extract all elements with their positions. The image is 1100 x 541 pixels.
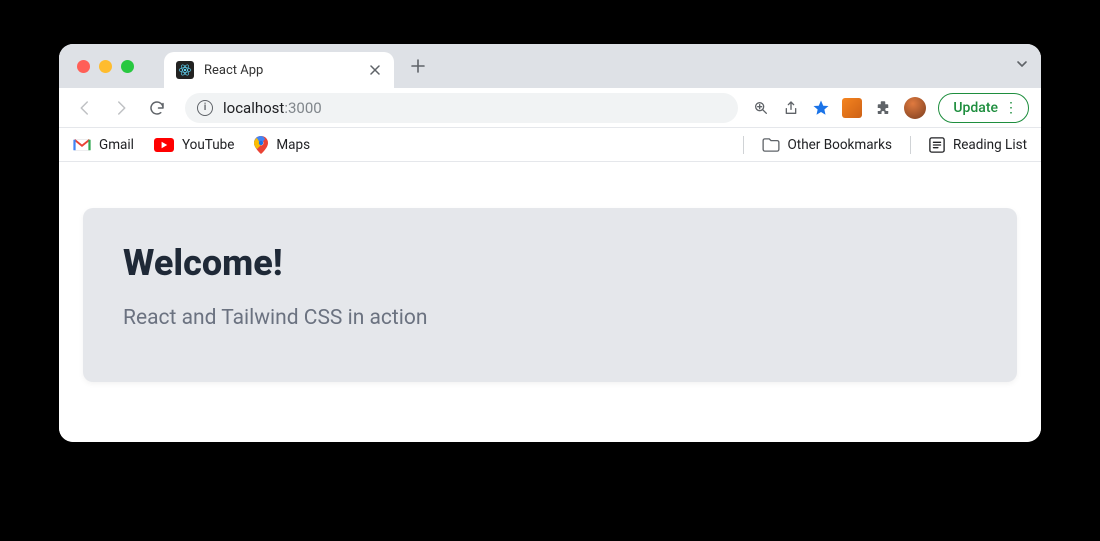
traffic-lights bbox=[77, 60, 134, 73]
bookmark-gmail[interactable]: Gmail bbox=[73, 137, 134, 153]
tab-strip: React App bbox=[59, 44, 1041, 88]
site-info-icon[interactable]: i bbox=[197, 100, 213, 116]
bookmark-maps[interactable]: Maps bbox=[254, 136, 310, 154]
zoom-icon[interactable] bbox=[752, 99, 770, 117]
new-tab-button[interactable] bbox=[404, 52, 432, 80]
share-icon[interactable] bbox=[782, 99, 800, 117]
page-content: Welcome! React and Tailwind CSS in actio… bbox=[59, 162, 1041, 442]
other-bookmarks[interactable]: Other Bookmarks bbox=[762, 137, 892, 153]
toolbar-right: Update ⋮ bbox=[752, 93, 1029, 123]
back-button[interactable] bbox=[71, 94, 99, 122]
forward-button[interactable] bbox=[107, 94, 135, 122]
reading-list[interactable]: Reading List bbox=[929, 137, 1027, 153]
extensions-icon[interactable] bbox=[874, 99, 892, 117]
reload-button[interactable] bbox=[143, 94, 171, 122]
window-close-button[interactable] bbox=[77, 60, 90, 73]
gmail-icon bbox=[73, 138, 91, 152]
bookmark-bar-right: Other Bookmarks Reading List bbox=[743, 136, 1028, 154]
bookmark-gmail-label: Gmail bbox=[99, 137, 134, 153]
reading-list-label: Reading List bbox=[953, 137, 1027, 153]
browser-window: React App i localhost:3000 bbox=[59, 44, 1041, 442]
toolbar: i localhost:3000 Update ⋮ bbox=[59, 88, 1041, 128]
reading-list-icon bbox=[929, 137, 945, 153]
folder-icon bbox=[762, 138, 780, 152]
page-heading: Welcome! bbox=[123, 242, 977, 284]
chevron-down-icon[interactable] bbox=[1015, 56, 1029, 75]
tab-title: React App bbox=[204, 63, 358, 78]
window-minimize-button[interactable] bbox=[99, 60, 112, 73]
profile-avatar[interactable] bbox=[904, 97, 926, 119]
welcome-card: Welcome! React and Tailwind CSS in actio… bbox=[83, 208, 1017, 382]
youtube-icon bbox=[154, 138, 174, 152]
tab-close-icon[interactable] bbox=[368, 63, 382, 77]
other-bookmarks-label: Other Bookmarks bbox=[788, 137, 892, 153]
metamask-extension-icon[interactable] bbox=[842, 98, 862, 118]
url-host: localhost bbox=[223, 99, 284, 117]
react-favicon-icon bbox=[176, 61, 194, 79]
address-bar[interactable]: i localhost:3000 bbox=[185, 93, 738, 123]
bookmark-youtube-label: YouTube bbox=[182, 137, 234, 153]
update-label: Update bbox=[953, 100, 998, 116]
browser-tab[interactable]: React App bbox=[164, 52, 394, 88]
url-port: :3000 bbox=[284, 99, 321, 117]
divider bbox=[910, 136, 911, 154]
bookmark-bar: Gmail YouTube Maps Other Bookmarks bbox=[59, 128, 1041, 162]
url-text: localhost:3000 bbox=[223, 98, 322, 117]
kebab-menu-icon[interactable]: ⋮ bbox=[1004, 106, 1018, 110]
bookmark-star-icon[interactable] bbox=[812, 99, 830, 117]
bookmark-maps-label: Maps bbox=[276, 137, 310, 153]
update-button[interactable]: Update ⋮ bbox=[938, 93, 1029, 123]
page-subheading: React and Tailwind CSS in action bbox=[123, 306, 977, 330]
bookmark-youtube[interactable]: YouTube bbox=[154, 137, 234, 153]
maps-icon bbox=[254, 136, 268, 154]
divider bbox=[743, 136, 744, 154]
window-maximize-button[interactable] bbox=[121, 60, 134, 73]
